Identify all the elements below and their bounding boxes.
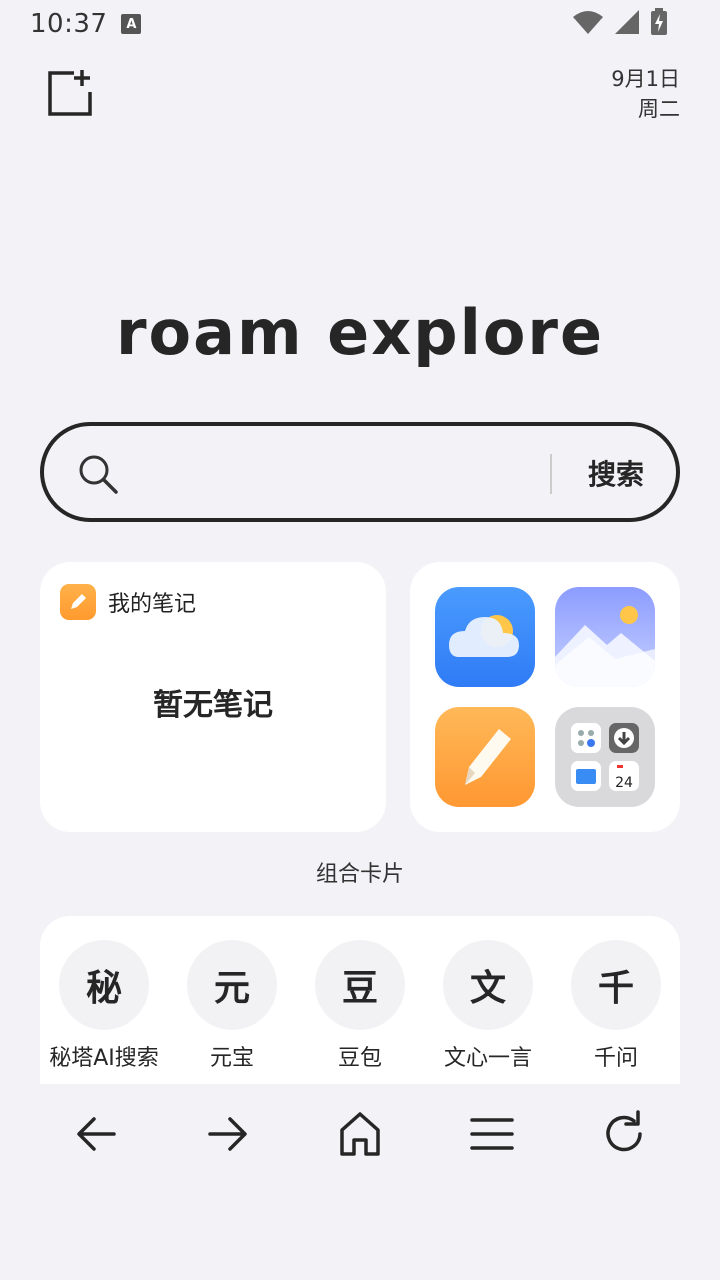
- back-arrow-icon[interactable]: [70, 1108, 122, 1160]
- shortcut-qianwen[interactable]: 千 千问: [552, 916, 680, 1084]
- status-time: 10:37: [30, 9, 108, 39]
- shortcut-glyph: 元: [187, 940, 277, 1030]
- search-button[interactable]: 搜索: [556, 444, 676, 502]
- search-input[interactable]: [136, 444, 546, 502]
- calendar-day-text: 24: [615, 775, 633, 791]
- shortcut-doubao[interactable]: 豆 豆包: [296, 916, 424, 1084]
- search-icon: [79, 455, 118, 494]
- refresh-icon[interactable]: [598, 1108, 650, 1160]
- notes-card[interactable]: 我的笔记 暂无笔记: [40, 562, 386, 832]
- shortcut-yuanbao[interactable]: 元 元宝: [168, 916, 296, 1084]
- tools-folder-icon[interactable]: 24: [555, 707, 655, 807]
- shortcut-metaso[interactable]: 秘 秘塔AI搜索: [40, 916, 168, 1084]
- weekday-text: 周二: [638, 97, 680, 121]
- date-display: 9月1日 周二: [611, 64, 680, 124]
- search-divider: [550, 454, 552, 494]
- shortcut-glyph: 千: [571, 940, 661, 1030]
- home-icon[interactable]: [334, 1108, 386, 1160]
- new-tab-icon[interactable]: [44, 68, 96, 120]
- search-bar: 搜索: [40, 422, 680, 522]
- weather-app-icon[interactable]: [435, 587, 535, 687]
- bottom-navigation: [0, 1084, 720, 1184]
- wifi-icon: [573, 11, 603, 34]
- shortcut-glyph: 豆: [315, 940, 405, 1030]
- combo-card-label: 组合卡片: [315, 862, 404, 887]
- date-text: 9月1日: [611, 67, 680, 91]
- shortcut-glyph: 文: [443, 940, 533, 1030]
- menu-icon[interactable]: [466, 1108, 518, 1160]
- shortcut-label: 文心一言: [443, 1046, 532, 1071]
- shortcut-label: 豆包: [337, 1046, 382, 1071]
- forward-arrow-icon[interactable]: [202, 1108, 254, 1160]
- gallery-app-icon[interactable]: [555, 587, 655, 687]
- shortcut-label: 千问: [593, 1046, 638, 1071]
- shortcut-label: 元宝: [209, 1046, 254, 1071]
- notes-app-icon[interactable]: [435, 707, 535, 807]
- notes-empty-text: 暂无笔记: [153, 688, 273, 723]
- status-bar: 10:37 A: [0, 0, 720, 48]
- status-icons: [572, 8, 668, 36]
- logo-text: roam explore: [115, 296, 605, 369]
- notes-pencil-icon: [60, 584, 96, 620]
- ai-shortcuts-card: 秘 秘塔AI搜索 元 元宝 豆 豆包 文 文心一言 千 千问: [40, 916, 680, 1084]
- shortcut-label: 秘塔AI搜索: [49, 1046, 159, 1071]
- signal-icon: [615, 10, 639, 34]
- apps-combo-card: 24: [410, 562, 680, 832]
- notes-card-header: 我的笔记: [60, 584, 196, 620]
- shortcut-wenxin[interactable]: 文 文心一言: [424, 916, 552, 1084]
- keyboard-indicator-icon: A: [121, 14, 142, 34]
- notes-card-title: 我的笔记: [108, 592, 197, 617]
- shortcut-glyph: 秘: [59, 940, 149, 1030]
- battery-charging-icon: [651, 8, 667, 35]
